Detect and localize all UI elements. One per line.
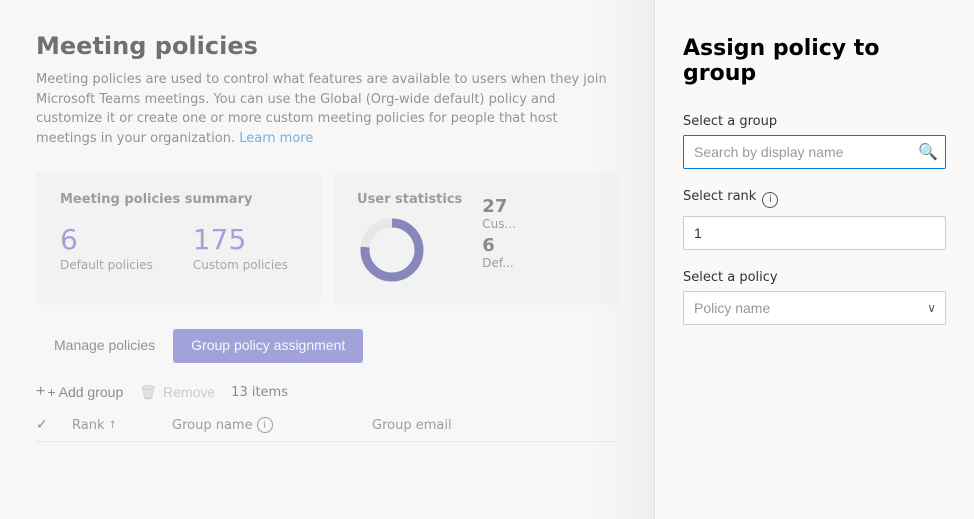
group-name-col-label: Group name	[172, 418, 253, 433]
us-default-label: Def...	[482, 256, 516, 270]
us-default-item: 6 Def...	[482, 235, 516, 270]
th-group-email: Group email	[372, 418, 572, 433]
add-group-label: + Add group	[47, 384, 123, 400]
th-checkbox: ✓	[36, 417, 72, 433]
user-statistics-card: User statistics 27 Cus... 6 Def...	[333, 172, 618, 305]
rank-info-icon: i	[762, 192, 778, 208]
search-group-icon-button[interactable]: 🔍	[918, 142, 938, 162]
th-rank: Rank ↑	[72, 418, 172, 433]
meeting-policies-summary-card: Meeting policies summary 6 Default polic…	[36, 172, 321, 305]
rank-col-label: Rank	[72, 418, 104, 433]
user-stats-left: User statistics	[357, 192, 462, 285]
custom-count: 175	[193, 223, 288, 256]
tabs-row: Manage policies Group policy assignment	[36, 329, 618, 363]
panel-title: Assign policy to group	[683, 36, 946, 86]
user-stats-legend: 27 Cus... 6 Def...	[482, 196, 516, 270]
plus-icon: +	[36, 383, 45, 401]
add-group-button[interactable]: + + Add group	[36, 383, 123, 401]
search-icon: 🔍	[918, 144, 938, 161]
select-policy-field: Select a policy Policy name ∨	[683, 270, 946, 325]
tab-group-policy-assignment[interactable]: Group policy assignment	[173, 329, 363, 363]
learn-more-link[interactable]: Learn more	[239, 131, 313, 146]
search-group-input[interactable]	[683, 135, 946, 169]
default-count: 6	[60, 223, 153, 256]
remove-label: Remove	[163, 384, 215, 400]
user-stats-title: User statistics	[357, 192, 462, 207]
policy-select[interactable]: Policy name	[683, 291, 946, 325]
rank-label-row: Select rank i	[683, 189, 946, 210]
cards-row: Meeting policies summary 6 Default polic…	[36, 172, 618, 305]
right-panel: Assign policy to group Select a group 🔍 …	[654, 0, 974, 519]
items-count: 13 items	[231, 385, 288, 400]
th-group-name: Group name i	[172, 417, 372, 433]
toolbar: + + Add group 🗑 Remove 13 items	[36, 383, 618, 401]
select-group-label: Select a group	[683, 114, 946, 129]
remove-button[interactable]: 🗑 Remove	[139, 384, 215, 401]
page-description: Meeting policies are used to control wha…	[36, 70, 616, 148]
tab-manage-policies[interactable]: Manage policies	[36, 329, 173, 363]
summary-card-stats: 6 Default policies 175 Custom policies	[60, 223, 297, 272]
policy-select-wrapper: Policy name ∨	[683, 291, 946, 325]
group-email-col-label: Group email	[372, 418, 452, 433]
group-name-info-icon: i	[257, 417, 273, 433]
remove-icon: 🗑	[139, 384, 157, 401]
us-default-count: 6	[482, 235, 516, 256]
select-group-field: Select a group 🔍	[683, 114, 946, 169]
select-policy-label: Select a policy	[683, 270, 946, 285]
donut-chart	[357, 215, 427, 285]
rank-sort-icon[interactable]: ↑	[108, 420, 116, 431]
summary-card-title: Meeting policies summary	[60, 192, 297, 207]
default-stat: 6 Default policies	[60, 223, 153, 272]
search-group-wrapper: 🔍	[683, 135, 946, 169]
us-custom-item: 27 Cus...	[482, 196, 516, 231]
us-custom-label: Cus...	[482, 217, 516, 231]
custom-stat: 175 Custom policies	[193, 223, 288, 272]
rank-input[interactable]	[683, 216, 946, 250]
page-title: Meeting policies	[36, 32, 618, 60]
select-rank-label: Select rank	[683, 189, 756, 204]
default-label: Default policies	[60, 258, 153, 272]
main-content: Meeting policies Meeting policies are us…	[0, 0, 654, 519]
select-rank-field: Select rank i	[683, 189, 946, 250]
us-custom-count: 27	[482, 196, 516, 217]
custom-label: Custom policies	[193, 258, 288, 272]
table-header: ✓ Rank ↑ Group name i Group email	[36, 409, 618, 442]
